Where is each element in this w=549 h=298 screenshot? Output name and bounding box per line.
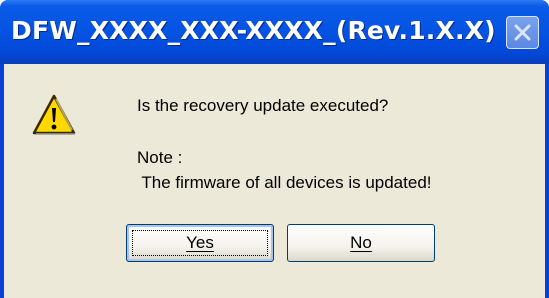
yes-button[interactable]: Yes (126, 224, 274, 262)
no-button[interactable]: No (287, 224, 435, 262)
warning-icon (32, 94, 76, 135)
dialog-body: Is the recovery update executed? Note : … (4, 64, 545, 298)
title-bar[interactable]: DFW_XXXX_XXX-XXXX_(Rev.1.X.X) (0, 0, 549, 64)
no-button-label: No (350, 233, 372, 252)
close-icon (514, 24, 531, 41)
note-label: Note : (137, 148, 183, 167)
close-button[interactable] (506, 16, 539, 49)
focus-rectangle (132, 230, 268, 256)
window-title: DFW_XXXX_XXX-XXXX_(Rev.1.X.X) (11, 16, 496, 45)
note-text: The firmware of all devices is updated! (137, 173, 432, 192)
question-text: Is the recovery update executed? (137, 96, 389, 115)
dialog-window: DFW_XXXX_XXX-XXXX_(Rev.1.X.X) Is the rec… (0, 0, 549, 298)
